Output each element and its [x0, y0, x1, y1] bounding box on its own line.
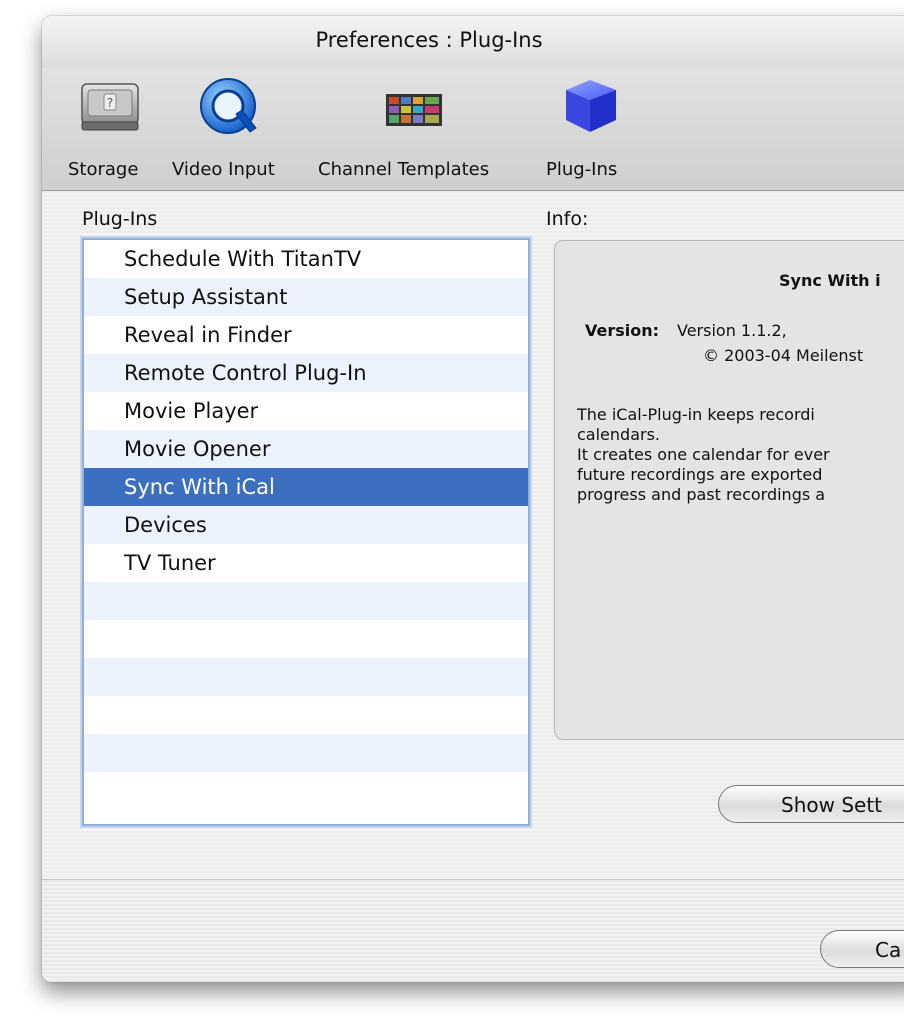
preferences-window: Preferences : Plug-Ins ? Storage Video I…: [42, 16, 904, 982]
list-item[interactable]: Movie Player: [84, 392, 528, 430]
cancel-button[interactable]: Ca: [820, 930, 904, 968]
info-title: Sync With i: [779, 271, 881, 290]
list-item-selected[interactable]: Sync With iCal: [84, 468, 528, 506]
list-item[interactable]: Remote Control Plug-In: [84, 354, 528, 392]
info-panel: Sync With i Version: Version 1.1.2, © 20…: [554, 240, 904, 740]
list-item[interactable]: TV Tuner: [84, 544, 528, 582]
copyright-text: © 2003-04 Meilenst: [703, 346, 864, 365]
toolbar-label-channel-templates: Channel Templates: [318, 159, 490, 180]
bottom-bar: Ca: [42, 879, 904, 982]
hard-drive-icon: ?: [78, 76, 142, 140]
description-line: future recordings are exported: [577, 465, 823, 484]
quicktime-icon: [198, 76, 262, 144]
plugin-description: The iCal-Plug-in keeps recordi calendars…: [577, 405, 830, 505]
empty-row: [84, 582, 528, 620]
toolbar-label-video-input: Video Input: [172, 159, 275, 180]
plugins-list[interactable]: Schedule With TitanTV Setup Assistant Re…: [82, 238, 530, 826]
blue-cube-icon: [560, 76, 624, 142]
list-item[interactable]: Devices: [84, 506, 528, 544]
toolbar: ? Storage Video Input Channel Templates …: [42, 68, 904, 191]
info-header: Info:: [546, 208, 589, 230]
description-line: It creates one calendar for ever: [577, 445, 830, 464]
content-area: Plug-Ins Info: Schedule With TitanTV Set…: [42, 191, 904, 879]
version-value: Version 1.1.2,: [677, 321, 787, 340]
empty-row: [84, 620, 528, 658]
list-item[interactable]: Reveal in Finder: [84, 316, 528, 354]
toolbar-label-plug-ins: Plug-Ins: [546, 159, 618, 180]
list-item[interactable]: Schedule With TitanTV: [84, 240, 528, 278]
description-line: calendars.: [577, 425, 660, 444]
list-item[interactable]: Setup Assistant: [84, 278, 528, 316]
toolbar-label-storage: Storage: [68, 159, 139, 180]
channel-grid-icon: [382, 76, 446, 140]
empty-row: [84, 772, 528, 822]
description-line: progress and past recordings a: [577, 485, 826, 504]
show-settings-button[interactable]: Show Sett: [718, 785, 904, 823]
title-bar[interactable]: Preferences : Plug-Ins: [42, 16, 904, 68]
list-item[interactable]: Movie Opener: [84, 430, 528, 468]
svg-text:?: ?: [107, 96, 113, 110]
version-label: Version:: [585, 321, 660, 340]
window-title: Preferences : Plug-Ins: [315, 28, 543, 52]
empty-row: [84, 696, 528, 734]
plugins-header: Plug-Ins: [82, 208, 158, 230]
description-line: The iCal-Plug-in keeps recordi: [577, 405, 815, 424]
empty-row: [84, 658, 528, 696]
empty-row: [84, 734, 528, 772]
